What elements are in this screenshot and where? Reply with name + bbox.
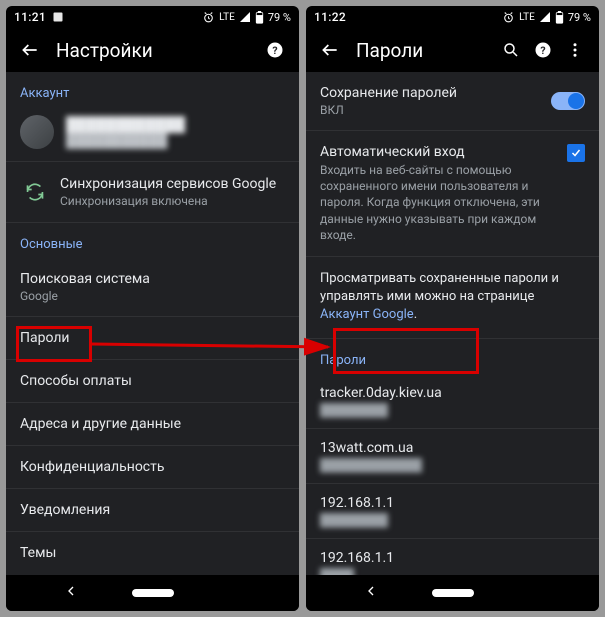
nav-back-icon[interactable]	[63, 583, 79, 603]
status-bar: 11:21 LTE 79 %	[6, 6, 299, 28]
account-google-link[interactable]: Аккаунт Google	[320, 307, 414, 322]
password-user: ████████	[320, 403, 585, 417]
search-engine-sub: Google	[20, 289, 285, 303]
section-main-label: Основные	[6, 223, 299, 258]
page-title: Пароли	[356, 39, 495, 62]
signal-icon	[239, 11, 251, 23]
svg-text:?: ?	[540, 44, 545, 57]
password-site: tracker.0day.kiev.ua	[320, 385, 585, 401]
overflow-button[interactable]	[559, 34, 591, 66]
nav-home-icon[interactable]	[432, 584, 474, 603]
network-label: LTE	[519, 12, 535, 23]
account-email: ███████████	[66, 133, 185, 149]
status-time: 11:22	[314, 10, 346, 24]
stage: 11:21 LTE 79 % Настройки ?	[0, 0, 605, 617]
password-item[interactable]: 192.168.1.1 ████████	[306, 484, 599, 539]
svg-text:?: ?	[272, 44, 277, 57]
nav-bar	[6, 575, 299, 611]
section-passwords-label: Пароли	[306, 339, 599, 374]
addresses-row[interactable]: Адреса и другие данные	[6, 403, 299, 446]
save-passwords-switch[interactable]	[551, 92, 585, 110]
save-passwords-title: Сохранение паролей	[320, 85, 543, 101]
alarm-icon	[502, 11, 515, 24]
password-site: 13watt.com.ua	[320, 440, 585, 456]
privacy-title: Конфиденциальность	[20, 459, 285, 475]
app-bar: Настройки ?	[6, 28, 299, 72]
password-site: 192.168.1.1	[320, 550, 585, 566]
battery-pct: 79 %	[568, 11, 591, 24]
passwords-row[interactable]: Пароли	[6, 317, 299, 360]
manage-passwords-pre: Просматривать сохраненные пароли и управ…	[320, 271, 559, 304]
back-button[interactable]	[14, 34, 46, 66]
help-button[interactable]: ?	[259, 34, 291, 66]
password-user: ████████	[320, 513, 585, 527]
content-left: Аккаунт ████████████ ███████████ Синхрон…	[6, 72, 299, 575]
privacy-row[interactable]: Конфиденциальность	[6, 446, 299, 489]
battery-pct: 79 %	[268, 11, 291, 24]
section-account-label: Аккаунт	[6, 72, 299, 107]
notifications-title: Уведомления	[20, 502, 285, 518]
avatar	[20, 115, 54, 149]
password-item[interactable]: 13watt.com.ua ████████████	[306, 429, 599, 484]
auto-login-title: Автоматический вход	[320, 144, 559, 160]
app-bar: Пароли ?	[306, 28, 599, 72]
phone-left: 11:21 LTE 79 % Настройки ?	[6, 6, 299, 611]
sync-row[interactable]: Синхронизация сервисов Google Синхрониза…	[6, 162, 299, 223]
nav-home-icon[interactable]	[132, 584, 174, 603]
help-button[interactable]: ?	[527, 34, 559, 66]
search-engine-title: Поисковая система	[20, 271, 285, 287]
screenshot-notif-icon	[52, 11, 64, 23]
sync-sub: Синхронизация включена	[60, 194, 276, 208]
nav-back-icon[interactable]	[363, 583, 379, 603]
battery-icon	[555, 11, 564, 24]
auto-login-checkbox[interactable]	[567, 144, 585, 162]
back-button[interactable]	[314, 34, 346, 66]
signal-icon	[539, 11, 551, 23]
manage-passwords-row[interactable]: Просматривать сохраненные пароли и управ…	[306, 257, 599, 339]
save-passwords-row[interactable]: Сохранение паролей ВКЛ	[306, 72, 599, 131]
password-item[interactable]: 192.168.1.1 ████	[306, 539, 599, 576]
password-user: ████████████	[320, 458, 585, 472]
payments-row[interactable]: Способы оплаты	[6, 360, 299, 403]
page-title: Настройки	[56, 39, 259, 62]
passwords-title: Пароли	[20, 330, 285, 346]
nav-bar	[306, 575, 599, 611]
account-row[interactable]: ████████████ ███████████	[6, 107, 299, 162]
sync-title: Синхронизация сервисов Google	[60, 176, 276, 192]
status-bar: 11:22 LTE 79 %	[306, 6, 599, 28]
search-engine-row[interactable]: Поисковая система Google	[6, 258, 299, 317]
network-label: LTE	[219, 12, 235, 23]
themes-title: Темы	[20, 545, 285, 561]
themes-row[interactable]: Темы	[6, 532, 299, 574]
search-button[interactable]	[495, 34, 527, 66]
auto-login-desc: Входить на веб-сайты с помощью сохраненн…	[320, 162, 559, 243]
password-site: 192.168.1.1	[320, 495, 585, 511]
auto-login-row[interactable]: Автоматический вход Входить на веб-сайты…	[306, 131, 599, 257]
sync-icon	[20, 182, 50, 202]
phone-right: 11:22 LTE 79 % Пароли ?	[306, 6, 599, 611]
payments-title: Способы оплаты	[20, 373, 285, 389]
manage-passwords-post: .	[414, 307, 417, 322]
password-user: ████	[320, 568, 585, 576]
addresses-title: Адреса и другие данные	[20, 416, 285, 432]
account-name: ████████████	[66, 116, 185, 133]
notifications-row[interactable]: Уведомления	[6, 489, 299, 532]
password-item[interactable]: tracker.0day.kiev.ua ████████	[306, 374, 599, 429]
battery-icon	[255, 11, 264, 24]
status-time: 11:21	[14, 10, 46, 24]
content-right: Сохранение паролей ВКЛ Автоматический вх…	[306, 72, 599, 575]
save-passwords-sub: ВКЛ	[320, 103, 543, 117]
alarm-icon	[202, 11, 215, 24]
